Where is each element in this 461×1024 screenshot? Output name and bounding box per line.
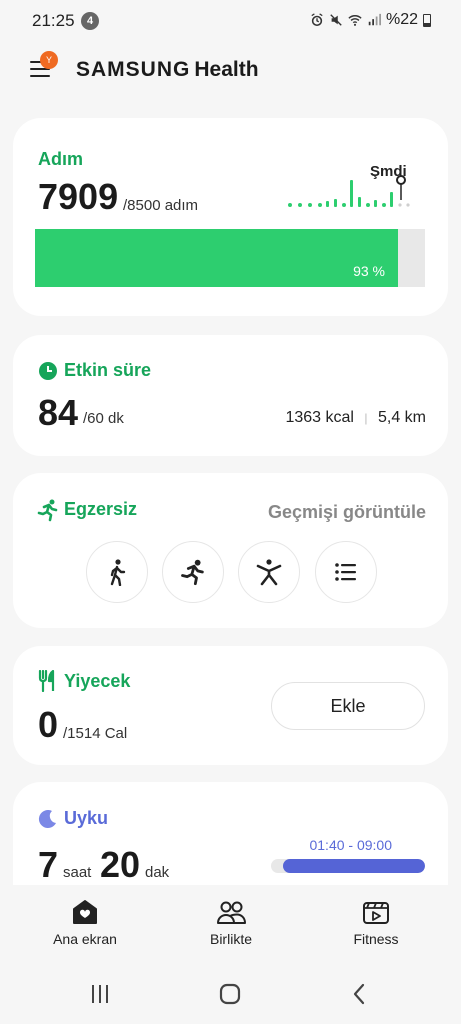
walk-button[interactable] [86, 541, 148, 603]
app-logo: SAMSUNG Health [76, 58, 259, 82]
nav-home[interactable]: Ana ekran [20, 899, 150, 947]
exercise-card[interactable]: Egzersiz Geçmişi görüntüle [13, 473, 448, 628]
app-header: Y SAMSUNG Health [0, 42, 461, 102]
fitness-video-icon [363, 902, 389, 924]
workout-button[interactable] [238, 541, 300, 603]
notification-count-badge: 4 [81, 12, 99, 30]
stats-divider: | [364, 411, 368, 425]
sleep-minutes: 20 [100, 844, 141, 885]
food-target: /1514 Cal [63, 725, 128, 742]
menu-badge: Y [40, 51, 58, 69]
nav-fitness[interactable]: Fitness [311, 899, 441, 947]
sleep-time-range: 01:40 - 09:00 [309, 837, 392, 853]
recent-apps-icon [92, 985, 108, 1003]
home-icon [73, 900, 97, 924]
run-icon [181, 559, 204, 586]
moon-icon [38, 810, 56, 829]
steps-progress-bar: 93 % [35, 229, 425, 287]
back-button[interactable] [344, 981, 374, 1007]
nav-fitness-label: Fitness [353, 931, 399, 947]
battery-icon [423, 13, 431, 27]
walk-icon [110, 559, 126, 586]
back-icon [353, 983, 365, 1005]
active-kcal: 1363 kcal [285, 409, 354, 426]
active-distance: 5,4 km [377, 409, 426, 426]
bottom-navigation: Ana ekran Birlikte Fitness [0, 885, 461, 965]
active-value: 84 [38, 392, 79, 433]
status-bar: 21:25 4 %22 [0, 0, 461, 42]
add-food-button[interactable]: Ekle [271, 682, 425, 730]
food-card[interactable]: Yiyecek 0 /1514 Cal Ekle [13, 646, 448, 765]
exercise-title: Egzersiz [64, 499, 138, 519]
exercise-run-icon [37, 499, 58, 522]
mute-icon [330, 14, 342, 26]
alarm-icon [311, 13, 323, 27]
run-button[interactable] [162, 541, 224, 603]
steps-title: Adım [38, 149, 83, 169]
active-time-card[interactable]: Etkin süre 84 /60 dk 1363 kcal | 5,4 km [13, 335, 448, 456]
sleep-hours-unit: saat [63, 864, 92, 881]
battery-percent: %22 [385, 11, 418, 28]
people-icon [217, 901, 246, 924]
steps-hourly-chart [288, 175, 410, 207]
system-navigation-bar [0, 965, 461, 1024]
home-system-button[interactable] [215, 981, 245, 1007]
nav-together[interactable]: Birlikte [166, 899, 296, 947]
status-icons: %22 [310, 11, 431, 29]
food-value: 0 [38, 704, 59, 745]
food-title: Yiyecek [64, 671, 131, 691]
recent-apps-button[interactable] [85, 981, 115, 1007]
active-target: /60 dk [83, 410, 124, 427]
sleep-timeline-fill [283, 859, 425, 873]
signal-icon [368, 13, 381, 26]
brand-suffix: Health [194, 58, 259, 81]
steps-value: 7909 [38, 176, 119, 217]
home-circle-icon [219, 983, 241, 1005]
clock-icon [39, 362, 57, 380]
workout-icon [256, 559, 282, 586]
steps-card[interactable]: Adım 7909 /8500 adım Şmdi 93 % [13, 118, 448, 316]
sleep-title: Uyku [64, 808, 109, 828]
sleep-timeline-bar [271, 859, 425, 873]
steps-target: /8500 adım [123, 197, 199, 214]
sleep-card[interactable]: Uyku 7 saat 20 dak 01:40 - 09:00 [13, 782, 448, 888]
view-history-link[interactable]: Geçmişi görüntüle [268, 502, 426, 523]
exercise-list-button[interactable] [315, 541, 377, 603]
steps-progress-fill [35, 229, 398, 287]
active-title: Etkin süre [64, 360, 152, 380]
sleep-hours: 7 [38, 844, 59, 885]
status-time: 21:25 [32, 11, 75, 30]
wifi-icon [348, 15, 362, 26]
sleep-minutes-unit: dak [145, 864, 170, 881]
list-icon [335, 563, 356, 581]
nav-home-label: Ana ekran [53, 931, 117, 947]
active-stats: 1363 kcal | 5,4 km [285, 409, 426, 427]
steps-progress-label: 93 % [353, 263, 385, 279]
brand-name: SAMSUNG [76, 58, 191, 81]
food-cutlery-icon [38, 670, 55, 692]
nav-together-label: Birlikte [209, 931, 252, 947]
